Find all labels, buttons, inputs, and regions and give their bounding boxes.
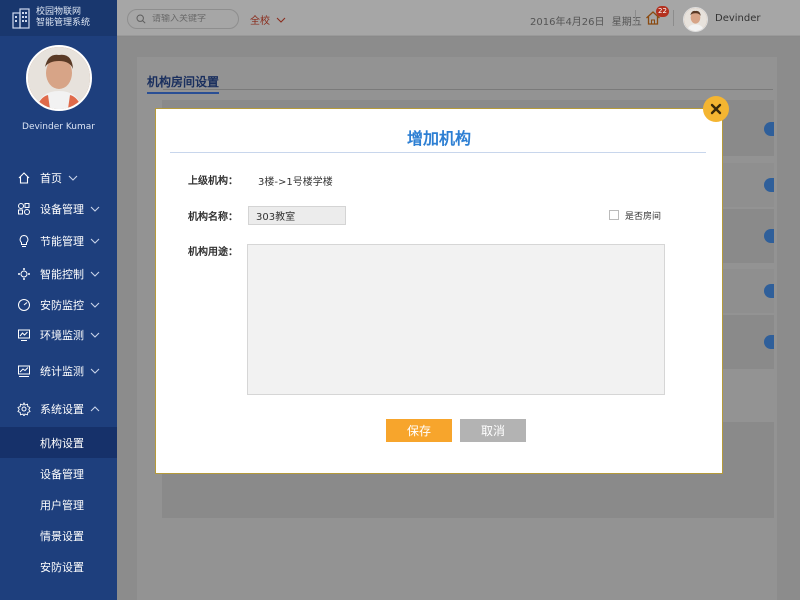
close-icon xyxy=(710,103,722,115)
chevron-down-icon xyxy=(90,271,100,277)
weekday-text: 星期五 xyxy=(611,17,642,28)
is-room-checkbox[interactable] xyxy=(609,210,619,220)
bulb-icon xyxy=(19,234,29,247)
menu-item-security-monitoring[interactable]: 安防监控 xyxy=(0,291,117,319)
menu-item-device-management[interactable]: 设备管理 xyxy=(0,193,117,225)
home-icon xyxy=(18,171,30,184)
menu-item-label: 环境监测 xyxy=(40,329,84,342)
chevron-down-icon xyxy=(90,302,100,308)
menu-item-label: 设备管理 xyxy=(40,203,84,216)
notification-badge: 22 xyxy=(656,6,669,17)
search-box[interactable] xyxy=(127,9,239,29)
menu-item-environment-monitoring[interactable]: 环境监测 xyxy=(0,319,117,351)
chevron-down-icon xyxy=(90,238,100,244)
submenu-item-org-settings[interactable]: 机构设置 xyxy=(0,427,117,458)
menu-item-energy-management[interactable]: 节能管理 xyxy=(0,225,117,257)
scope-label: 全校 xyxy=(250,16,270,27)
submenu-item-device-management[interactable]: 设备管理 xyxy=(0,458,117,489)
stats-icon xyxy=(18,365,30,377)
chevron-down-icon xyxy=(276,17,286,23)
menu-item-smart-control[interactable]: 智能控制 xyxy=(0,257,117,291)
toggle-knob[interactable] xyxy=(764,122,774,136)
menu-item-home[interactable]: 首页 xyxy=(0,162,117,193)
app-title-line1: 校园物联网 xyxy=(36,7,82,17)
sidebar: 校园物联网 智能管理系统 Devinder Kumar 首页 设备管理 节能管理… xyxy=(0,0,117,600)
divider xyxy=(673,10,674,26)
org-name-input[interactable] xyxy=(248,206,346,225)
dialog-title: 增加机构 xyxy=(406,129,471,148)
topbar-username[interactable]: Devinder xyxy=(715,13,761,24)
submenu-item-scene-settings[interactable]: 情景设置 xyxy=(0,520,117,551)
menu-item-label: 智能控制 xyxy=(40,268,84,281)
page-title[interactable]: 机构房间设置 xyxy=(147,73,220,94)
devices-icon xyxy=(18,203,30,215)
date-display: 2016年4月26日 星期五 xyxy=(530,13,642,28)
toggle-knob[interactable] xyxy=(764,178,774,192)
topbar: 全校 2016年4月26日 星期五 22 Devinder xyxy=(117,0,800,36)
monitor-chart-icon xyxy=(18,329,30,341)
main-menu: 首页 设备管理 节能管理 智能控制 安防监控 环境监测 统计监测 系统设置 机构… xyxy=(0,162,117,582)
menu-item-label: 首页 xyxy=(40,171,62,185)
avatar-photo-icon xyxy=(684,8,707,31)
control-icon xyxy=(18,268,30,280)
app-title: 校园物联网 智能管理系统 xyxy=(36,7,90,29)
date-text: 2016年4月26日 xyxy=(530,17,605,28)
is-room-label: 是否房间 xyxy=(625,212,662,222)
menu-item-statistics[interactable]: 统计监测 xyxy=(0,351,117,391)
chevron-up-icon xyxy=(90,406,100,412)
avatar-photo-icon xyxy=(27,47,90,109)
menu-item-label: 节能管理 xyxy=(40,235,84,248)
search-icon xyxy=(136,14,146,24)
save-button[interactable]: 保存 xyxy=(386,419,452,442)
toggle-knob[interactable] xyxy=(764,335,774,349)
gear-icon xyxy=(17,402,31,416)
dialog-title-divider xyxy=(170,152,706,153)
parent-org-label: 上级机构： xyxy=(188,176,238,187)
building-logo-icon xyxy=(12,8,30,29)
brand[interactable]: 校园物联网 智能管理系统 xyxy=(0,0,117,36)
user-avatar[interactable] xyxy=(683,7,708,32)
submenu-item-user-management[interactable]: 用户管理 xyxy=(0,489,117,520)
menu-item-label: 统计监测 xyxy=(40,365,84,378)
org-purpose-textarea[interactable] xyxy=(247,244,665,395)
profile-username: Devinder Kumar xyxy=(22,122,95,132)
menu-item-label: 安防监控 xyxy=(40,299,84,312)
menu-item-label: 系统设置 xyxy=(40,403,84,416)
menu-item-system-settings[interactable]: 系统设置 xyxy=(0,391,117,427)
org-name-label: 机构名称： xyxy=(188,212,238,223)
chevron-down-icon xyxy=(90,332,100,338)
app-title-line2: 智能管理系统 xyxy=(36,18,91,28)
avatar[interactable] xyxy=(25,45,92,111)
scope-dropdown[interactable]: 全校 xyxy=(250,12,286,27)
chevron-down-icon xyxy=(90,206,100,212)
chevron-down-icon xyxy=(90,368,100,374)
submenu-item-security-settings[interactable]: 安防设置 xyxy=(0,551,117,582)
gauge-icon xyxy=(18,299,30,311)
parent-org-value: 3楼->1号楼学楼 xyxy=(258,177,333,188)
divider xyxy=(635,10,636,26)
chevron-down-icon xyxy=(68,175,78,181)
title-divider xyxy=(163,89,773,90)
cancel-button[interactable]: 取消 xyxy=(460,419,526,442)
add-organization-dialog: 增加机构 上级机构： 3楼->1号楼学楼 机构名称： 是否房间 机构用途： 保存… xyxy=(155,108,723,474)
org-purpose-label: 机构用途： xyxy=(188,247,238,258)
toggle-knob[interactable] xyxy=(764,284,774,298)
profile: Devinder Kumar xyxy=(0,36,117,132)
close-dialog-button[interactable] xyxy=(703,96,729,122)
toggle-knob[interactable] xyxy=(764,229,774,243)
search-input[interactable] xyxy=(152,14,232,24)
